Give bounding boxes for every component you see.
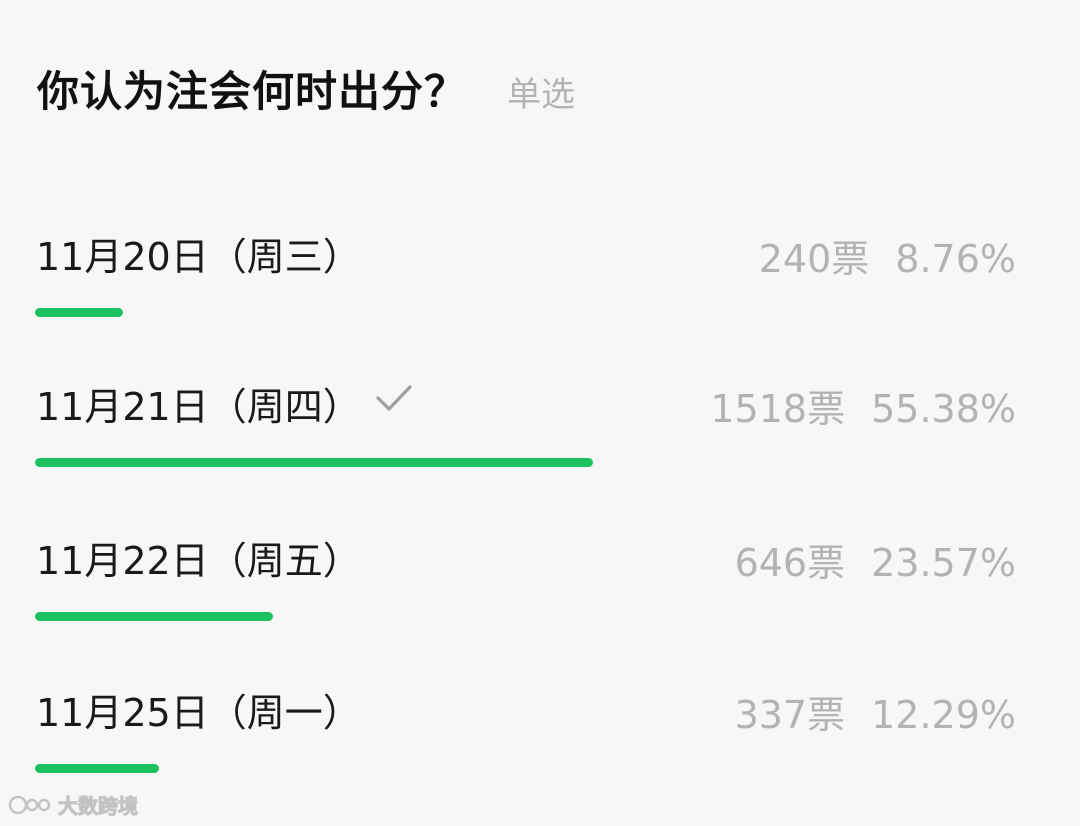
option-percent: 55.38% bbox=[871, 387, 1016, 431]
option-percent: 23.57% bbox=[871, 541, 1016, 585]
option-bar-fill bbox=[35, 764, 159, 773]
option-stats: 337票 12.29% bbox=[735, 684, 1016, 739]
option-label: 11月21日（周四） bbox=[36, 385, 361, 429]
option-percent: 8.76% bbox=[895, 237, 1016, 281]
option-votes: 337票 bbox=[734, 693, 846, 737]
option-bar-track bbox=[35, 764, 1043, 773]
option-votes: 240票 bbox=[758, 237, 870, 281]
option-stats: 240票 8.76% bbox=[759, 228, 1016, 283]
poll-option-2[interactable]: 11月21日（周四） 1518票 55.38% bbox=[0, 362, 1080, 512]
watermark-text: 大数跨境 bbox=[58, 794, 139, 819]
option-bar-track bbox=[35, 612, 1043, 621]
poll-mode-label: 单选 bbox=[507, 75, 576, 115]
option-label: 11月22日（周五） bbox=[36, 539, 361, 583]
option-label: 11月20日（周三） bbox=[36, 235, 361, 279]
option-bar-fill bbox=[35, 308, 123, 317]
option-votes: 646票 bbox=[734, 541, 846, 585]
checkmark-icon bbox=[376, 385, 412, 411]
poll-option-3[interactable]: 11月22日（周五） 646票 23.57% bbox=[0, 516, 1080, 666]
poll-header: 你认为注会何时出分？ 单选 bbox=[37, 58, 575, 119]
option-bar-track bbox=[35, 458, 1043, 467]
option-bar-fill bbox=[35, 612, 273, 621]
option-bar-track bbox=[35, 308, 1043, 317]
poll-option-1[interactable]: 11月20日（周三） 240票 8.76% bbox=[0, 212, 1080, 362]
option-label: 11月25日（周一） bbox=[36, 691, 361, 735]
watermark: 大数跨境 bbox=[8, 790, 139, 819]
option-percent: 12.29% bbox=[871, 693, 1016, 737]
poll-question: 你认为注会何时出分？ bbox=[37, 67, 468, 116]
option-votes: 1518票 bbox=[710, 387, 846, 431]
watermark-logo-icon bbox=[8, 795, 51, 814]
option-bar-fill bbox=[35, 458, 593, 467]
poll-option-4[interactable]: 11月25日（周一） 337票 12.29% bbox=[0, 668, 1080, 818]
poll-card: 你认为注会何时出分？ 单选 11月20日（周三） 240票 8.76% 11月21… bbox=[0, 0, 1080, 826]
option-stats: 1518票 55.38% bbox=[710, 378, 1016, 433]
option-stats: 646票 23.57% bbox=[735, 532, 1016, 587]
